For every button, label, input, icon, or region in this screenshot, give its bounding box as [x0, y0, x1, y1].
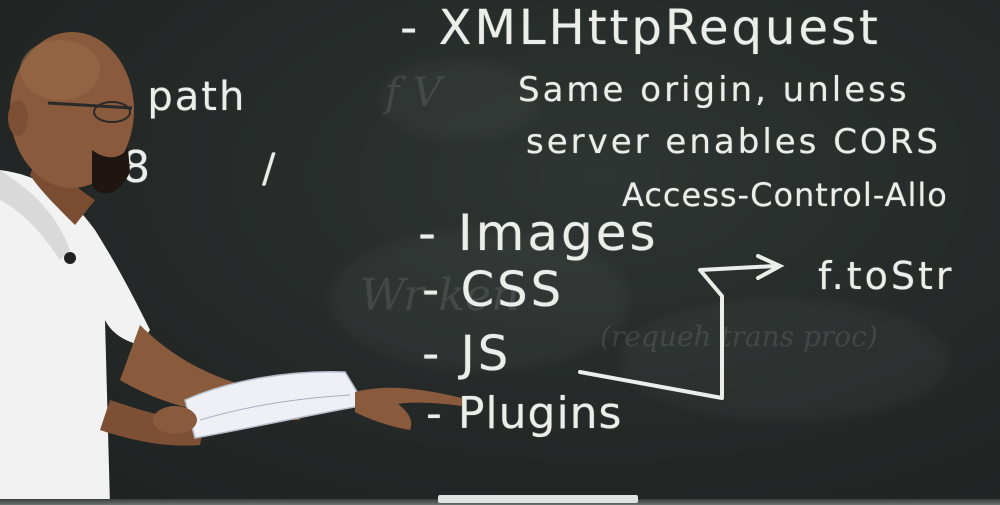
head-highlight	[20, 40, 100, 100]
ear	[8, 100, 28, 136]
pointing-hand	[355, 387, 462, 430]
lecturer	[0, 32, 462, 505]
left-hand	[153, 406, 197, 434]
lecture-photo: Wr ken (requeh trans proc) f V - XMLHttp…	[0, 0, 1000, 505]
board-eraser	[438, 495, 638, 503]
lapel-mic-icon	[64, 252, 76, 264]
